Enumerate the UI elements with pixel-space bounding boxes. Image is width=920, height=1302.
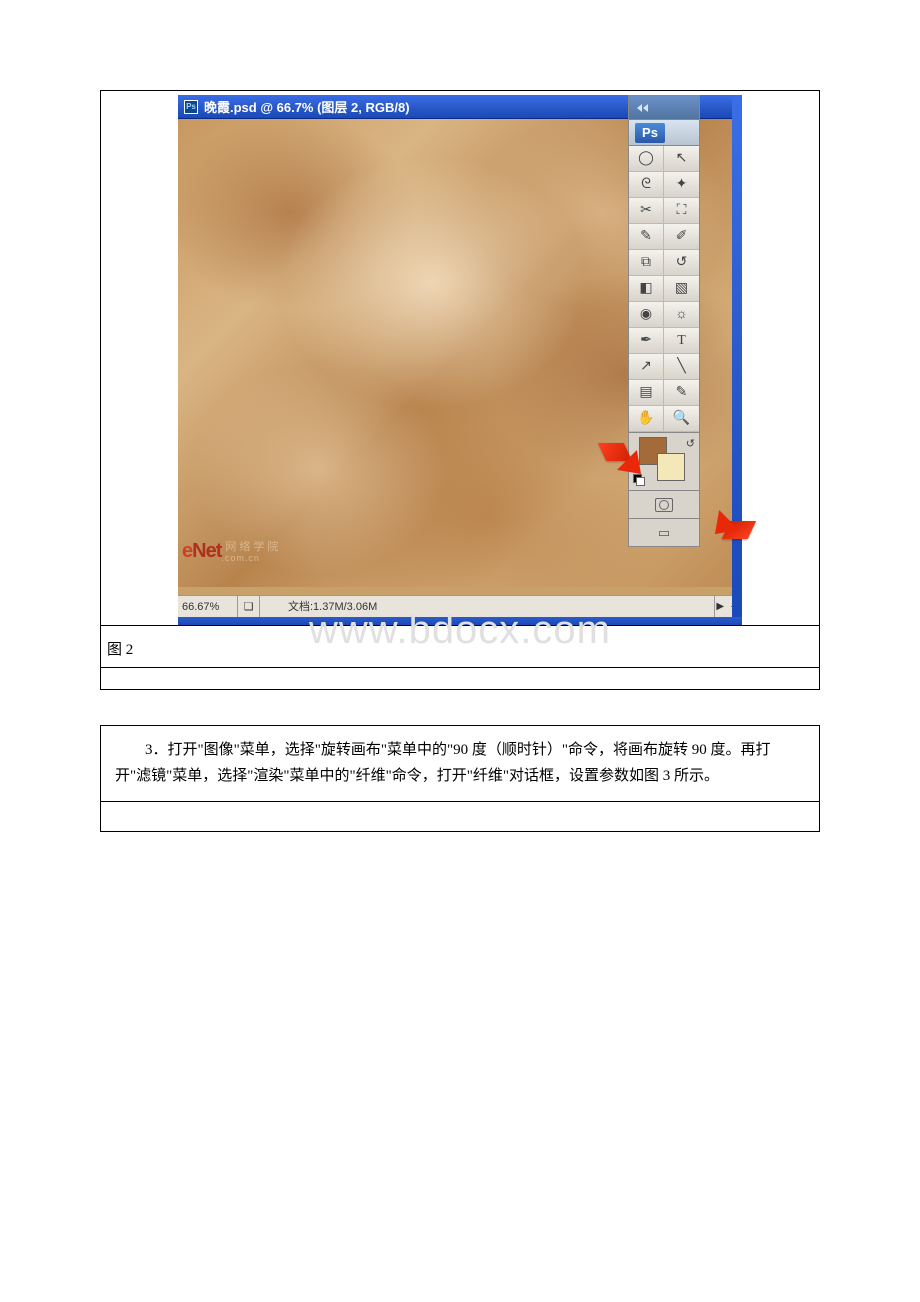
eraser-tool[interactable]: ◧	[629, 276, 664, 302]
zoom-tool[interactable]: 🔍	[664, 406, 699, 432]
screenshot-wrapper: Ps 晚霞.psd @ 66.7% (图层 2, RGB/8) eNet 网络学…	[101, 91, 819, 625]
quick-mask-icon	[655, 498, 673, 512]
window-title: 晚霞.psd @ 66.7% (图层 2, RGB/8)	[204, 97, 410, 116]
bottom-blue-strip	[178, 617, 742, 625]
enet-watermark: eNet 网络学院 .com.cn	[182, 540, 281, 563]
figure-box: Ps 晚霞.psd @ 66.7% (图层 2, RGB/8) eNet 网络学…	[100, 90, 820, 690]
tools-palette-header[interactable]	[628, 95, 700, 119]
eyedropper-tool[interactable]: ✎	[664, 380, 699, 406]
photoshop-window: Ps 晚霞.psd @ 66.7% (图层 2, RGB/8) eNet 网络学…	[178, 95, 742, 617]
ps-logo-icon: Ps	[635, 123, 665, 143]
quick-mask-button[interactable]	[628, 491, 700, 519]
marquee-tool[interactable]: ◯	[629, 146, 664, 172]
screen-mode-icon: ▭	[658, 525, 670, 541]
line-tool[interactable]: ╲	[664, 354, 699, 380]
lasso-tool[interactable]: ᘓ	[629, 172, 664, 198]
type-tool[interactable]: T	[664, 328, 699, 354]
ps-badge-row: Ps	[628, 119, 700, 145]
move-tool[interactable]: ↖	[664, 146, 699, 172]
instruction-box: 3．打开"图像"菜单，选择"旋转画布"菜单中的"90 度（顺时针）"命令，将画布…	[100, 725, 820, 832]
path-tool[interactable]: ↗	[629, 354, 664, 380]
status-bar: 66.67% ❏ 文档:1.37M/3.06M ▶ ◀	[178, 595, 742, 617]
collapse-arrows-icon	[637, 104, 649, 112]
ps-file-icon: Ps	[184, 100, 198, 114]
stamp-tool[interactable]: ⧉	[629, 250, 664, 276]
wand-tool[interactable]: ✦	[664, 172, 699, 198]
figure-caption: 图 2	[101, 625, 819, 667]
notes-tool[interactable]: ▤	[629, 380, 664, 406]
instruction-text: 3．打开"图像"菜单，选择"旋转画布"菜单中的"90 度（顺时针）"命令，将画布…	[101, 726, 819, 801]
tool-grid: ◯↖ᘓ✦✂⛶✎✐⧉↺◧▧◉☼✒T↗╲▤✎✋🔍	[628, 145, 700, 433]
status-proof-icon[interactable]: ❏	[238, 596, 260, 617]
background-color-swatch[interactable]	[657, 453, 685, 481]
slice-tool[interactable]: ⛶	[664, 198, 699, 224]
status-zoom[interactable]: 66.67%	[178, 596, 238, 617]
screen-mode-button[interactable]: ▭	[628, 519, 700, 547]
enet-cn-text: 网络学院	[225, 541, 281, 553]
tools-palette[interactable]: Ps ◯↖ᘓ✦✂⛶✎✐⧉↺◧▧◉☼✒T↗╲▤✎✋🔍 ↺ ▭	[628, 95, 700, 583]
instruction-empty-row	[101, 801, 819, 831]
swap-colors-icon[interactable]: ↺	[686, 437, 695, 450]
blur-tool[interactable]: ◉	[629, 302, 664, 328]
gradient-tool[interactable]: ▧	[664, 276, 699, 302]
spacer-row	[101, 667, 819, 689]
hand-tool[interactable]: ✋	[629, 406, 664, 432]
history-brush-tool[interactable]: ↺	[664, 250, 699, 276]
brush-tool[interactable]: ✎	[629, 224, 664, 250]
pencil-tool[interactable]: ✐	[664, 224, 699, 250]
status-doc-size[interactable]: 文档:1.37M/3.06M	[260, 596, 714, 617]
enet-logo: eNet	[182, 540, 221, 563]
crop-tool[interactable]: ✂	[629, 198, 664, 224]
pen-tool[interactable]: ✒	[629, 328, 664, 354]
dodge-tool[interactable]: ☼	[664, 302, 699, 328]
enet-com-text: .com.cn	[221, 553, 281, 563]
